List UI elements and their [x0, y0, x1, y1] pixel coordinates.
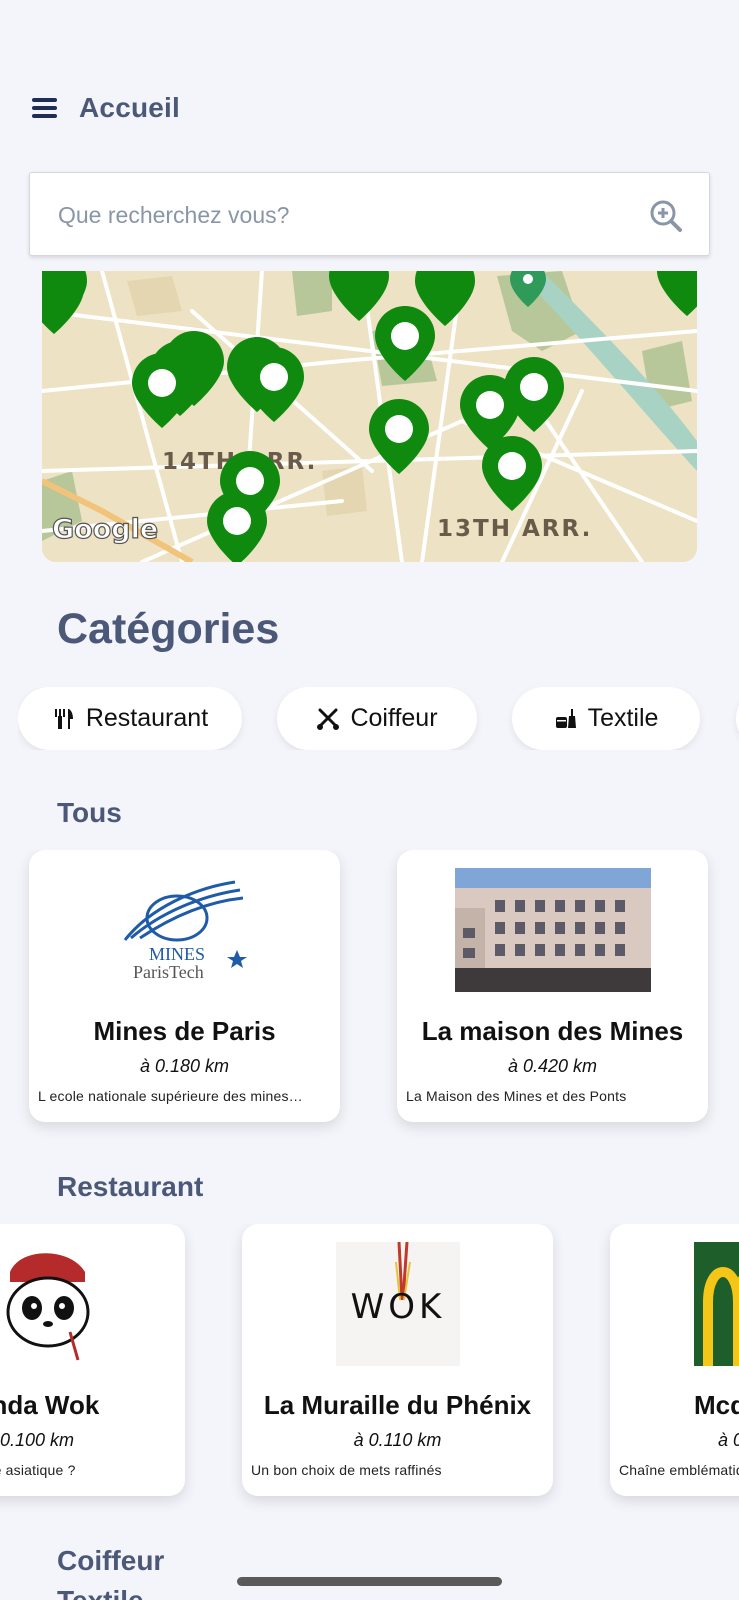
place-description: La Maison des Mines et des Ponts — [406, 1088, 627, 1104]
chip-label: Coiffeur — [350, 704, 438, 732]
place-name: Mines de Paris — [93, 1016, 276, 1046]
place-logo — [0, 1242, 100, 1366]
chip-restaurant[interactable]: Restaurant — [18, 687, 242, 750]
place-description: Un cadre agréable asiatique ? — [0, 1462, 76, 1478]
place-logo: WOK — [335, 1242, 460, 1366]
group-title-restaurant: Restaurant — [57, 1171, 204, 1202]
group-title-textile: Textile — [57, 1585, 144, 1600]
place-photo — [454, 868, 651, 992]
categories-title: Catégories — [57, 605, 280, 653]
place-distance: à 0.100 km — [0, 1430, 75, 1450]
place-distance: à 0.180 km — [139, 1056, 230, 1076]
place-card[interactable]: WOK La Muraille du Phénix à 0.110 km Un … — [242, 1224, 553, 1496]
cards-row-restaurant: Panda Wok à 0.100 km Un cadre agréable a… — [0, 1224, 739, 1524]
chip-label: Restaurant — [85, 704, 209, 732]
search-bar — [29, 172, 710, 256]
fashion-icon — [555, 708, 576, 728]
zoom-in-icon[interactable] — [649, 199, 683, 233]
place-name: Mcdonald's — [694, 1390, 739, 1420]
map-view[interactable]: 14TH ARR. 13TH ARR. Google — [42, 271, 697, 562]
chip-coiffeur[interactable]: Coiffeur — [277, 687, 477, 750]
cards-row-tous: MINES ParisTech Mines de Paris à 0.180 k… — [0, 850, 739, 1150]
hamburger-menu-icon[interactable] — [32, 98, 57, 118]
place-name: La Muraille du Phénix — [263, 1390, 532, 1420]
map-label-13th: 13TH ARR. — [437, 516, 592, 542]
place-logo — [694, 1242, 739, 1366]
home-indicator[interactable] — [237, 1577, 502, 1586]
google-logo: Google — [52, 514, 158, 545]
place-description: Un bon choix de mets raffinés — [251, 1462, 442, 1478]
group-title-tous: Tous — [57, 797, 122, 828]
place-name: La maison des Mines — [421, 1016, 684, 1046]
place-card[interactable]: Panda Wok à 0.100 km Un cadre agréable a… — [0, 1224, 185, 1496]
chip-label: Textile — [587, 704, 659, 732]
place-card[interactable]: La maison des Mines à 0.420 km La Maison… — [397, 850, 708, 1122]
logo-text-mines: MINES — [149, 944, 205, 964]
app-header: Accueil — [32, 92, 180, 124]
place-logo: MINES ParisTech — [114, 868, 255, 992]
place-distance: à 0 — [718, 1430, 739, 1450]
place-description: Chaîne emblématique — [619, 1462, 739, 1478]
place-card[interactable]: MINES ParisTech Mines de Paris à 0.180 k… — [29, 850, 340, 1122]
place-description: L ecole nationale supérieure des mines… — [38, 1088, 303, 1104]
logo-text-paristech: ParisTech — [133, 962, 204, 982]
chip-textile[interactable]: Textile — [512, 687, 700, 750]
scissors-icon — [317, 708, 340, 730]
fork-knife-icon — [54, 708, 73, 729]
logo-text-wok: WOK — [350, 1287, 445, 1327]
place-distance: à 0.420 km — [507, 1056, 598, 1076]
group-title-coiffeur: Coiffeur — [57, 1545, 165, 1576]
place-card[interactable]: Mcdonald's à 0 Chaîne emblématique — [610, 1224, 739, 1496]
search-input[interactable] — [58, 195, 638, 235]
place-name: Panda Wok — [0, 1390, 100, 1420]
place-distance: à 0.110 km — [353, 1430, 442, 1450]
category-chips: Restaurant Coiffeur Textile — [18, 687, 739, 750]
page-title: Accueil — [79, 92, 180, 123]
